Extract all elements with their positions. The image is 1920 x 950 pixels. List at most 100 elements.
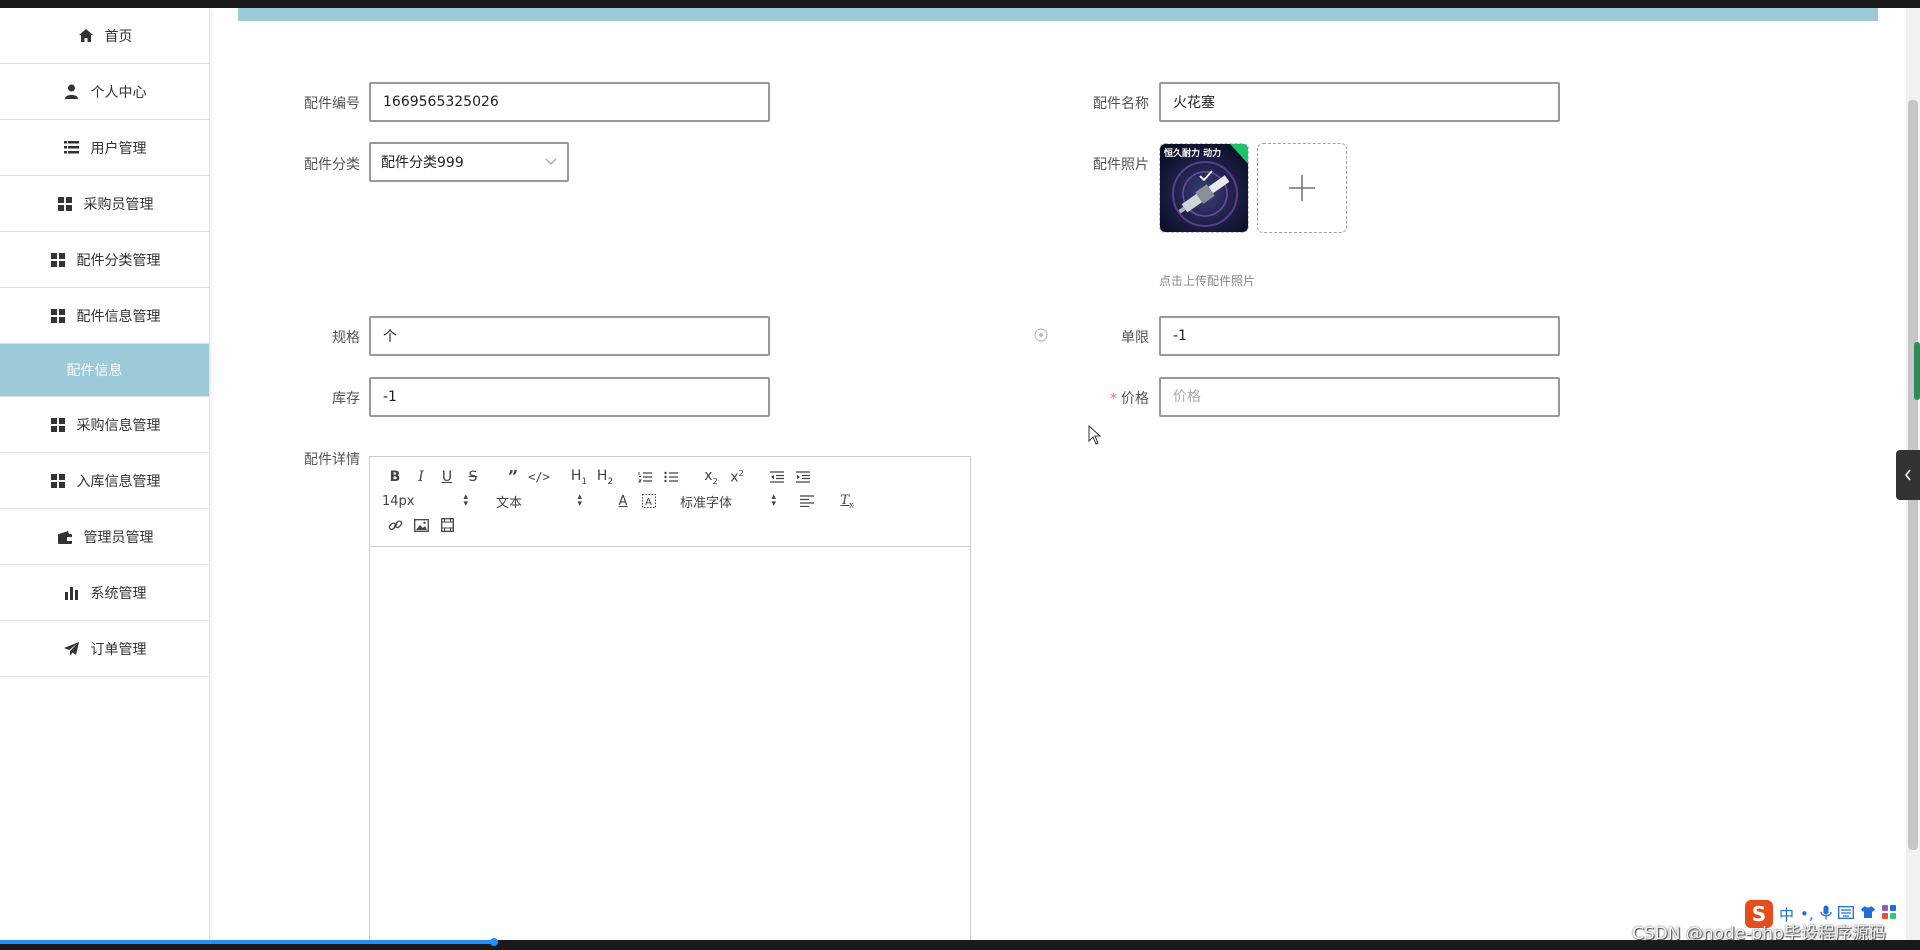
part-name-label: 配件名称 (1093, 96, 1149, 112)
outdent-button[interactable] (764, 466, 790, 488)
strike-button[interactable]: S (460, 466, 486, 488)
grid-icon (49, 252, 67, 268)
sidebar-item-system[interactable]: 系统管理 (0, 565, 209, 621)
sidebar-item-purchaser[interactable]: 采购员管理 (0, 176, 209, 232)
font-color-button[interactable]: A (610, 490, 636, 512)
indent-button[interactable] (790, 466, 816, 488)
stock-input[interactable] (369, 377, 770, 417)
font-size-select[interactable]: 14px ▴ ▾ (382, 492, 468, 509)
video-button[interactable] (434, 514, 460, 536)
quote-icon: ” (507, 466, 519, 488)
limit-label: 单限 (1121, 330, 1149, 346)
part-no-input[interactable] (369, 82, 770, 122)
sidebar-item-admin[interactable]: 管理员管理 (0, 509, 209, 565)
rich-text-editor[interactable]: B I U S ” </> H1 H2 x2 x2 14px ▴ ▾ 文本 ▴ … (369, 456, 971, 940)
video-icon (440, 518, 454, 532)
subscript-button[interactable]: x2 (698, 466, 724, 488)
photo-thumb-text: 恒久耐力 动力 (1164, 149, 1222, 159)
watermark-text: CSDN @node-php毕设程序源码 (1632, 924, 1886, 940)
h1-button[interactable]: H1 (566, 466, 592, 488)
sidebar-item-inbound-info[interactable]: 入库信息管理 (0, 453, 209, 509)
svg-text:A: A (645, 497, 652, 508)
app-window: 首页 个人中心 用户管理 采购员管理 配件分类管理 配件信息管理 配件信息 采购… (0, 0, 1920, 940)
video-top-border (0, 0, 1920, 8)
sidebar-item-label: 采购员管理 (83, 196, 154, 213)
blockquote-button[interactable]: ” (500, 466, 526, 488)
header-select[interactable]: 文本 ▴ ▾ (496, 492, 582, 511)
grid-icon (49, 308, 67, 324)
bold-icon: B (389, 469, 401, 485)
price-label-text: 价格 (1121, 391, 1149, 407)
superscript-button[interactable]: x2 (724, 466, 750, 488)
sidebar-item-orders[interactable]: 订单管理 (0, 621, 209, 677)
user-icon (63, 84, 81, 100)
outdent-icon (770, 471, 784, 483)
sidebar-item-label: 配件信息 (66, 363, 123, 379)
sidebar-item-label: 管理员管理 (83, 529, 154, 546)
video-progress-bar[interactable] (0, 940, 495, 944)
grid-icon (49, 417, 67, 433)
sidebar-item-part-category[interactable]: 配件分类管理 (0, 232, 209, 288)
sidebar-item-purchase-info[interactable]: 采购信息管理 (0, 397, 209, 453)
clear-format-button[interactable]: Tx (834, 490, 860, 512)
detail-label: 配件详情 (304, 452, 360, 468)
circle-close-icon[interactable] (1034, 328, 1048, 342)
side-panel-toggle[interactable] (1896, 450, 1920, 500)
link-icon (388, 519, 402, 530)
bar-chart-icon (63, 585, 81, 601)
italic-button[interactable]: I (408, 466, 434, 488)
code-block-button[interactable]: </> (526, 466, 552, 488)
sidebar-item-home[interactable]: 首页 (0, 8, 209, 64)
sidebar-item-profile[interactable]: 个人中心 (0, 64, 209, 120)
up-down-icon: ▴ ▾ (577, 492, 582, 509)
sidebar-item-label: 入库信息管理 (76, 473, 161, 490)
price-input[interactable] (1159, 377, 1560, 417)
italic-icon: I (418, 469, 424, 485)
mouse-cursor-icon (1088, 425, 1102, 445)
link-button[interactable] (382, 514, 408, 536)
bold-button[interactable]: B (382, 466, 408, 488)
sidebar-item-label: 采购信息管理 (76, 417, 161, 434)
sidebar: 首页 个人中心 用户管理 采购员管理 配件分类管理 配件信息管理 配件信息 采购… (0, 8, 210, 940)
scroll-indicator (1914, 342, 1920, 400)
header-select-value: 文本 (496, 495, 523, 511)
category-select-value: 配件分类999 (381, 155, 464, 171)
font-family-value: 标准字体 (680, 495, 733, 511)
bullet-list-button[interactable] (658, 466, 684, 488)
image-button[interactable] (408, 514, 434, 536)
bullet-list-icon (664, 471, 678, 483)
h2-button[interactable]: H2 (592, 466, 618, 488)
sidebar-item-users[interactable]: 用户管理 (0, 120, 209, 176)
ordered-list-button[interactable] (632, 466, 658, 488)
stock-label: 库存 (332, 391, 360, 407)
up-down-icon: ▴ ▾ (463, 492, 468, 509)
ordered-list-icon (638, 472, 652, 483)
editor-toolbar: B I U S ” </> H1 H2 x2 x2 14px ▴ ▾ 文本 ▴ … (370, 457, 970, 547)
underline-button[interactable]: U (434, 466, 460, 488)
photo-upload-button[interactable] (1257, 143, 1347, 233)
align-button[interactable] (794, 490, 820, 512)
category-select[interactable]: 配件分类999 (369, 142, 569, 182)
chevron-down-icon (545, 158, 557, 165)
limit-input[interactable] (1159, 316, 1560, 356)
part-name-input[interactable] (1159, 82, 1560, 122)
spec-input[interactable] (369, 316, 770, 356)
photo-upload-tip: 点击上传配件照片 (1159, 274, 1256, 288)
image-icon (413, 518, 429, 532)
font-family-select[interactable]: 标准字体 ▴ ▾ (680, 492, 776, 511)
strikethrough-icon: S (468, 469, 478, 485)
background-color-button[interactable]: A (636, 490, 662, 512)
code-icon: </> (528, 470, 550, 484)
part-no-label: 配件编号 (304, 96, 360, 112)
video-progress-handle[interactable] (490, 938, 498, 946)
font-size-value: 14px (382, 493, 415, 509)
sidebar-subitem-part-info[interactable]: 配件信息 (0, 344, 209, 397)
sidebar-item-part-info-mgmt[interactable]: 配件信息管理 (0, 288, 209, 344)
font-color-icon: A (618, 493, 628, 509)
price-label: * 价格 (1079, 388, 1149, 408)
heading-2-icon: H2 (596, 467, 614, 487)
sidebar-item-label: 订单管理 (90, 641, 147, 658)
editor-content-area[interactable] (370, 547, 970, 940)
sidebar-item-label: 系统管理 (90, 585, 147, 602)
part-photo-thumbnail[interactable]: 恒久耐力 动力 (1159, 143, 1249, 233)
